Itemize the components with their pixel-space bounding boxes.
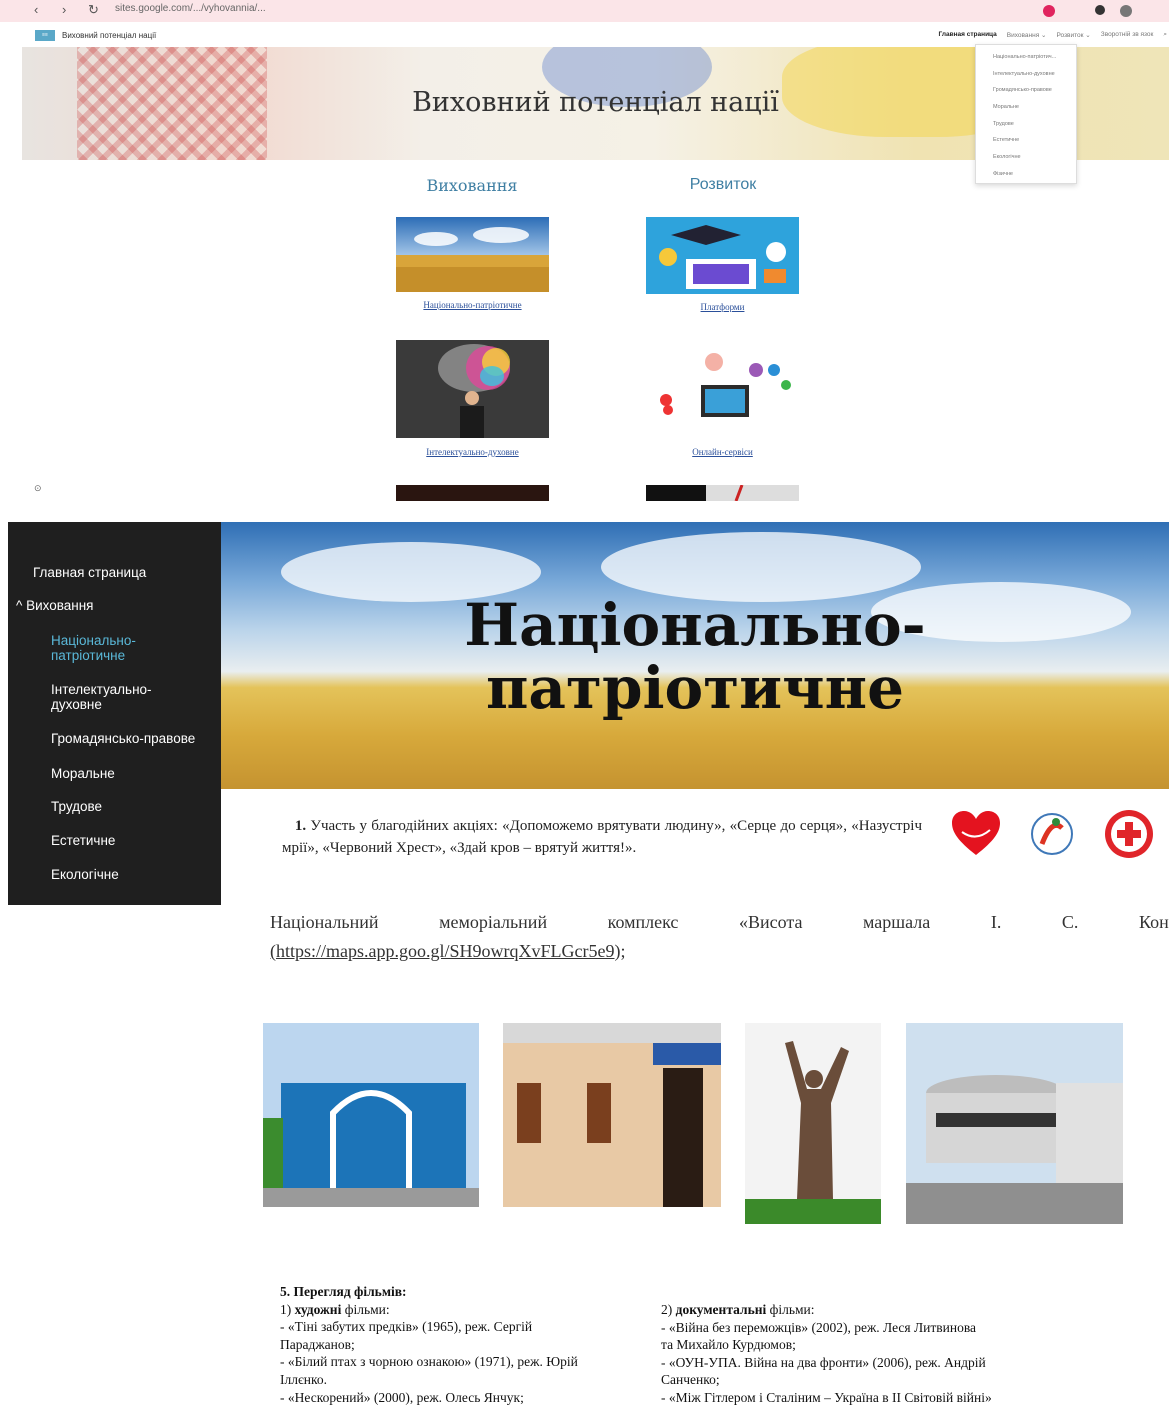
films-heading: 5. Перегляд фільмів:	[280, 1284, 407, 1299]
rozvytok-heading: Розвиток	[689, 176, 757, 193]
memorial-line: Національний меморіальний комплекс «Висо…	[270, 908, 1169, 937]
thumb-partial-left[interactable]	[396, 485, 549, 501]
word: маршала	[863, 912, 931, 932]
sidebar-section-vyhovannia[interactable]: ^ Виховання	[16, 598, 94, 613]
nav-home[interactable]: Главная страница	[939, 31, 997, 39]
page-banner: Національно- патріотичне	[221, 522, 1169, 789]
dropdown-item[interactable]: Естетичне	[976, 132, 1076, 149]
word: комплекс	[607, 912, 679, 932]
sidebar-item-moral[interactable]: Моральне	[51, 766, 115, 781]
sidebar-item-civic[interactable]: Громадянсько-правове	[51, 731, 195, 746]
films-subheading: 1) художні фільми:	[280, 1301, 647, 1319]
maps-link[interactable]: (https://maps.app.goo.gl/SH9owrqXvFLGcr5…	[270, 941, 625, 961]
photo-round-building	[906, 1023, 1123, 1224]
sidebar-item-aesthetic[interactable]: Естетичне	[51, 833, 115, 848]
site-header: ≡≡ Виховний потенціал нації Главная стра…	[22, 26, 1169, 46]
nav-feedback[interactable]: Зворотній зв язок	[1101, 31, 1154, 39]
sidebar-item-intellect[interactable]: Інтелектуально-духовне	[51, 682, 171, 712]
subheading-bold: документальні	[675, 1302, 767, 1317]
subheading-number: 2)	[661, 1302, 673, 1317]
charity-logo-icon	[1026, 808, 1078, 860]
browser-toolbar: ‹ › ↻ sites.google.com/.../vyhovannia/..…	[0, 0, 1169, 22]
forward-icon[interactable]: ›	[62, 2, 66, 17]
address-bar[interactable]: sites.google.com/.../vyhovannia/...	[115, 3, 815, 19]
photo-glass-building	[263, 1023, 479, 1207]
memorial-paragraph: Національний меморіальний комплекс «Висо…	[270, 908, 1169, 966]
vyhovannia-heading: Виховання	[426, 176, 518, 195]
subheading-rest: фільми:	[766, 1302, 815, 1317]
site-logo[interactable]: ≡≡	[35, 30, 55, 41]
thumb-partial-right[interactable]	[646, 485, 799, 501]
article-paragraph: 1. Участь у благодійних акціях: «Допомож…	[282, 815, 922, 859]
film-line: Параджанов;	[280, 1336, 355, 1352]
films-left-column: 5. Перегляд фільмів: 1) художні фільми: …	[280, 1283, 647, 1406]
link-online-services[interactable]: Онлайн-сервіси	[646, 447, 799, 457]
word: Конєва»	[1138, 912, 1169, 932]
photo-statue	[745, 1023, 881, 1224]
heart-icon	[950, 808, 1002, 860]
word: «Висота	[738, 912, 803, 932]
vyhovannia-dropdown: Національно-патріотич... Інтелектуально-…	[975, 44, 1077, 184]
sidebar-item-labor[interactable]: Трудове	[51, 799, 102, 814]
sidebar-item-home[interactable]: Главная страница	[33, 565, 146, 580]
subheading-rest: фільми:	[341, 1301, 390, 1317]
site-name[interactable]: Виховний потенціал нації	[62, 31, 156, 40]
film-line: - «ОУН-УПА. Війна на два фронти» (2006),…	[661, 1354, 986, 1370]
films-right-column: 2) документальні фільми: - «Війна без пе…	[661, 1301, 1031, 1407]
dropdown-item[interactable]: Національно-патріотич...	[976, 49, 1076, 66]
link-platforms[interactable]: Платформи	[646, 302, 799, 312]
dropdown-item[interactable]: Трудове	[976, 116, 1076, 133]
back-icon[interactable]: ‹	[34, 2, 38, 17]
dropdown-item[interactable]: Екологічне	[976, 149, 1076, 166]
thumb-wheat-field[interactable]	[396, 217, 549, 292]
page-title-line: Національно-	[464, 591, 926, 659]
sidebar-item-ecology[interactable]: Екологічне	[51, 867, 119, 882]
nav-vyhovannia[interactable]: Виховання ⌄	[1007, 31, 1047, 39]
film-line: - «Війна без переможців» (2002), реж. Ле…	[661, 1319, 977, 1335]
sidebar-section-label: Виховання	[26, 598, 94, 613]
paragraph-text: Участь у благодійних акціях: «Допоможемо…	[282, 818, 923, 856]
extension-icon[interactable]	[1043, 5, 1055, 17]
film-line: та Михайло Курдюмов;	[661, 1337, 796, 1353]
film-line: Іллєнко.	[280, 1371, 327, 1387]
subheading-bold: художні	[294, 1301, 342, 1317]
page-title-line: патріотичне	[485, 654, 904, 722]
film-line: - «Білий птах з чорною ознакою» (1971), …	[280, 1354, 578, 1370]
word: меморіальний	[439, 912, 548, 932]
dropdown-item[interactable]: Інтелектуально-духовне	[976, 66, 1076, 83]
dropdown-item[interactable]: Моральне	[976, 99, 1076, 116]
thumb-platforms[interactable]	[646, 217, 799, 294]
search-icon[interactable]: ⌕	[1163, 31, 1167, 39]
nav-rozvytok[interactable]: Розвиток ⌄	[1056, 31, 1090, 39]
red-cross-icon	[1103, 808, 1155, 860]
sidebar-item-nats-patriot[interactable]: Національно-патріотичне	[51, 633, 161, 663]
top-nav: Главная страница Виховання ⌄ Розвиток ⌄ …	[939, 31, 1167, 39]
item-number: 1.	[294, 818, 307, 834]
word: Національний	[270, 912, 379, 932]
page-title: Національно- патріотичне	[221, 594, 1169, 720]
sidepanel-icon[interactable]	[1095, 5, 1105, 15]
link-nats-patriot[interactable]: Національно-патріотичне	[396, 300, 549, 310]
link-intellect[interactable]: Інтелектуально-духовне	[396, 447, 549, 457]
clock-icon: ⊙	[34, 483, 42, 493]
word: І.	[990, 912, 1002, 932]
film-line: - «Нескорений» (2000), реж. Олесь Янчук;	[280, 1389, 524, 1405]
thumb-intellect[interactable]	[396, 340, 549, 438]
chevron-up-icon: ^	[16, 598, 27, 613]
films-subheading: 2) документальні фільми:	[661, 1301, 1031, 1319]
subheading-number: 1)	[280, 1301, 292, 1317]
film-line: - «Тіні забутих предків» (1965), реж. Се…	[280, 1319, 533, 1335]
film-line: Санченко;	[661, 1372, 720, 1388]
photo-museum-facade	[503, 1023, 721, 1207]
word: С.	[1061, 912, 1079, 932]
film-line: - «Між Гітлером і Сталіним – Україна в I…	[661, 1389, 992, 1405]
dropdown-item[interactable]: Громадянсько-правове	[976, 82, 1076, 99]
reload-icon[interactable]: ↻	[88, 2, 99, 18]
dropdown-item[interactable]: Фізичне	[976, 166, 1076, 183]
sidebar: Главная страница ^ Виховання Національно…	[8, 522, 221, 905]
thumb-online-services[interactable]	[646, 340, 799, 440]
profile-avatar[interactable]	[1120, 5, 1132, 17]
